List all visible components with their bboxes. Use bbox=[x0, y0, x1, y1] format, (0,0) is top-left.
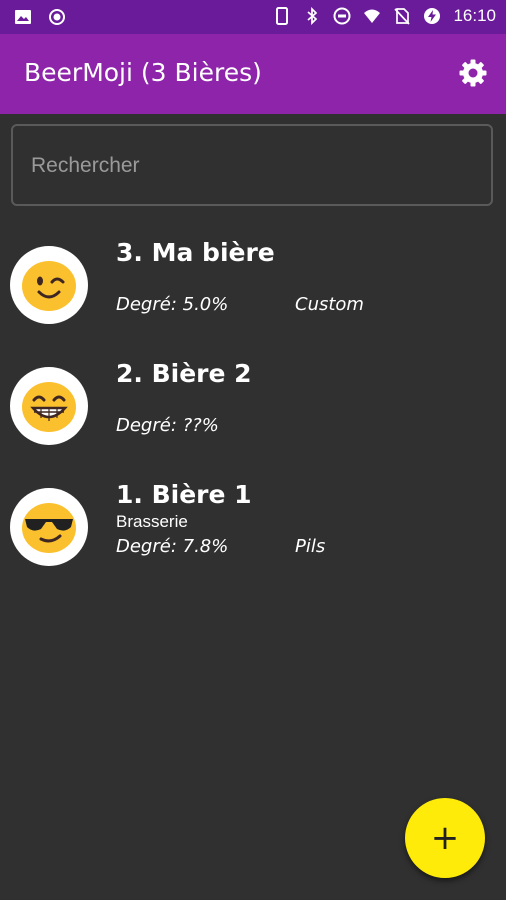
beer-name: 2. Bière 2 bbox=[116, 359, 252, 388]
beer-brewery: Brasserie bbox=[116, 512, 188, 531]
image-icon bbox=[15, 10, 31, 24]
wink-emoji-icon bbox=[22, 261, 76, 311]
status-bar: 16:10 bbox=[0, 0, 506, 34]
list-item[interactable]: 3. Ma bière Degré: 5.0% Custom bbox=[0, 236, 506, 346]
beer-degree: Degré: ??% bbox=[116, 415, 219, 436]
search-input[interactable] bbox=[29, 146, 473, 186]
battery-charging-icon bbox=[424, 8, 441, 24]
clock-time: 16:10 bbox=[453, 6, 496, 25]
beer-style: Custom bbox=[295, 294, 364, 315]
search-field[interactable] bbox=[11, 124, 493, 206]
bluetooth-icon bbox=[307, 7, 318, 25]
avatar bbox=[10, 488, 88, 566]
app-bar: BeerMoji (3 Bières) bbox=[0, 34, 506, 114]
wifi-icon bbox=[364, 9, 381, 23]
beer-name: 1. Bière 1 bbox=[116, 480, 252, 509]
no-sim-icon bbox=[394, 8, 411, 25]
avatar bbox=[10, 246, 88, 324]
gear-icon[interactable] bbox=[458, 58, 488, 88]
add-beer-button[interactable]: + bbox=[405, 798, 485, 878]
phone-icon bbox=[276, 7, 289, 25]
beer-degree: Degré: 7.8% bbox=[116, 536, 229, 557]
do-not-disturb-icon bbox=[333, 7, 351, 25]
sunglasses-emoji-icon bbox=[22, 503, 76, 553]
list-item[interactable]: 1. Bière 1 Brasserie Degré: 7.8% Pils bbox=[0, 478, 506, 588]
beer-style: Pils bbox=[295, 536, 326, 557]
beer-degree: Degré: 5.0% bbox=[116, 294, 229, 315]
beer-name: 3. Ma bière bbox=[116, 238, 275, 267]
grin-emoji-icon bbox=[22, 382, 76, 432]
app-title: BeerMoji (3 Bières) bbox=[24, 58, 262, 87]
record-icon bbox=[49, 9, 65, 25]
avatar bbox=[10, 367, 88, 445]
plus-icon: + bbox=[430, 818, 460, 858]
list-item[interactable]: 2. Bière 2 Degré: ??% bbox=[0, 357, 506, 467]
